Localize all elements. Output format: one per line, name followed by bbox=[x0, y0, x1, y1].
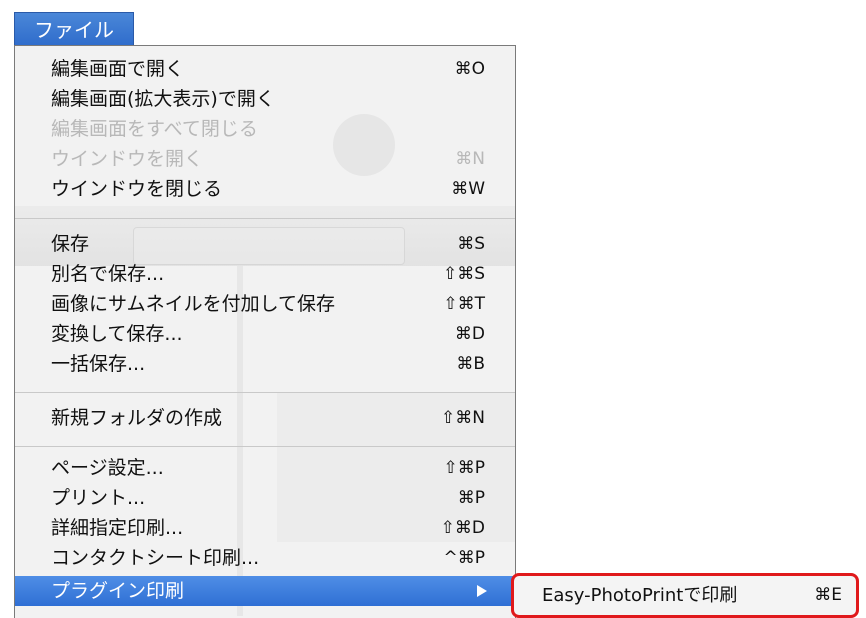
menu-item-shortcut: ⇧⌘D bbox=[440, 518, 485, 538]
menu-item-label: 編集画面(拡大表示)で開く bbox=[51, 88, 275, 110]
menu-item-shortcut: ⇧⌘P bbox=[443, 458, 486, 478]
menu-item-shortcut: ⇧⌘N bbox=[441, 408, 485, 428]
submenu-arrow-icon bbox=[477, 585, 487, 597]
menu-item-shortcut: ⌘B bbox=[456, 354, 485, 374]
menu-item-shortcut: ⌘N bbox=[455, 149, 485, 169]
menu-item-label: ウインドウを開く bbox=[51, 148, 204, 170]
menu-separator bbox=[15, 446, 515, 447]
menu-item-label: コンタクトシート印刷... bbox=[51, 547, 260, 569]
menu-separator bbox=[15, 392, 515, 393]
menu-item-label: 新規フォルダの作成 bbox=[51, 407, 223, 429]
menu-item-label: 編集画面をすべて閉じる bbox=[51, 118, 258, 140]
menu-item-label: ページ設定... bbox=[51, 457, 164, 479]
menu-item-label: プラグイン印刷 bbox=[51, 580, 185, 602]
menu-item-label: プリント... bbox=[51, 487, 146, 509]
menu-item-shortcut: ⌘S bbox=[457, 234, 485, 254]
menu-item-close-window[interactable]: ウインドウを閉じる ⌘W bbox=[15, 174, 515, 204]
menu-item-save[interactable]: 保存 ⌘S bbox=[15, 229, 515, 259]
menu-item-label: ウインドウを閉じる bbox=[51, 178, 223, 200]
menu-item-open-edit-enlarged[interactable]: 編集画面(拡大表示)で開く bbox=[15, 84, 515, 114]
screenshot: ファイル 編集画面で開く ⌘O 編集画面(拡大表示)で開く 編集画面をすべて閉じ… bbox=[0, 0, 866, 618]
submenu-item-shortcut: ⌘E bbox=[814, 585, 842, 605]
file-menu-dropdown: 編集画面で開く ⌘O 編集画面(拡大表示)で開く 編集画面をすべて閉じる ウイン… bbox=[14, 45, 516, 618]
submenu-item-easy-photoprint[interactable]: Easy-PhotoPrintで印刷 bbox=[542, 576, 737, 615]
menu-item-print[interactable]: プリント... ⌘P bbox=[15, 483, 515, 513]
menu-item-convert-and-save[interactable]: 変換して保存... ⌘D bbox=[15, 319, 515, 349]
menu-item-shortcut: ⇧⌘T bbox=[443, 294, 485, 314]
menu-item-shortcut: ^⌘P bbox=[443, 548, 486, 568]
menu-item-label: 別名で保存... bbox=[51, 263, 165, 285]
menu-item-save-as[interactable]: 別名で保存... ⇧⌘S bbox=[15, 259, 515, 289]
menu-item-label: 保存 bbox=[51, 233, 90, 255]
menu-item-page-setup[interactable]: ページ設定... ⇧⌘P bbox=[15, 453, 515, 483]
menu-item-label: 詳細指定印刷... bbox=[51, 517, 184, 539]
menu-separator bbox=[15, 218, 515, 219]
menu-item-label: 編集画面で開く bbox=[51, 58, 185, 80]
menu-item-shortcut: ⌘W bbox=[451, 179, 485, 199]
plugin-print-submenu[interactable]: Easy-PhotoPrintで印刷 ⌘E bbox=[511, 573, 859, 618]
menu-item-detailed-print[interactable]: 詳細指定印刷... ⇧⌘D bbox=[15, 513, 515, 543]
menu-item-shortcut: ⌘O bbox=[454, 59, 485, 79]
menu-item-plugin-print[interactable]: プラグイン印刷 bbox=[15, 576, 515, 606]
menu-item-shortcut: ⇧⌘S bbox=[442, 264, 485, 284]
menu-item-save-with-thumbnail[interactable]: 画像にサムネイルを付加して保存 ⇧⌘T bbox=[15, 289, 515, 319]
menu-item-label: 変換して保存... bbox=[51, 323, 183, 345]
menu-item-shortcut: ⌘P bbox=[457, 488, 485, 508]
menu-item-open-window: ウインドウを開く ⌘N bbox=[15, 144, 515, 174]
menu-item-label: 画像にサムネイルを付加して保存 bbox=[51, 293, 336, 315]
menu-item-batch-save[interactable]: 一括保存... ⌘B bbox=[15, 349, 515, 379]
menu-title-file[interactable]: ファイル bbox=[14, 12, 134, 46]
menu-item-open-edit[interactable]: 編集画面で開く ⌘O bbox=[15, 54, 515, 84]
menu-item-new-folder[interactable]: 新規フォルダの作成 ⇧⌘N bbox=[15, 403, 515, 433]
menu-item-close-all-edit: 編集画面をすべて閉じる bbox=[15, 114, 515, 144]
menu-item-contact-sheet-print[interactable]: コンタクトシート印刷... ^⌘P bbox=[15, 543, 515, 573]
menu-item-shortcut: ⌘D bbox=[454, 324, 485, 344]
menu-item-label: 一括保存... bbox=[51, 353, 146, 375]
